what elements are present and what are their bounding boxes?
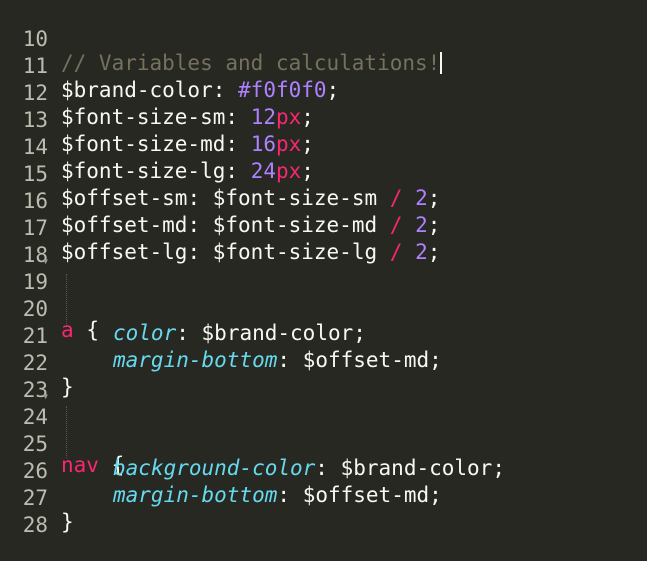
code-line[interactable]: 19 ▾ a { — [0, 246, 647, 342]
code-line[interactable]: 16 $offset-md: $font-size-md / 2; — [0, 165, 647, 237]
code-editor[interactable]: 10 // Variables and calculations! 11 $br… — [0, 0, 647, 537]
code-line[interactable]: 20 color: $brand-color; — [0, 273, 647, 345]
fold-arrow-icon[interactable]: ▾ — [42, 389, 49, 403]
code-line[interactable]: 15 $offset-sm: $font-size-sm / 2; — [0, 138, 647, 210]
code-line[interactable]: 28 — [0, 489, 647, 537]
code-line[interactable]: 24 ▾ nav { — [0, 381, 647, 477]
code-line[interactable]: 10 // Variables and calculations! — [0, 3, 647, 75]
line-number: 28 — [22, 513, 48, 537]
code-line[interactable]: 12 $font-size-sm: 12px; — [0, 57, 647, 129]
code-line[interactable]: 25 background-color: $brand-color; — [0, 408, 647, 480]
code-line[interactable]: 13 $font-size-md: 16px; — [0, 84, 647, 156]
code-line[interactable]: 11 $brand-color: #f0f0f0; — [0, 30, 647, 102]
code-line[interactable]: 23 — [0, 354, 647, 402]
code-line[interactable]: 26 margin-bottom: $offset-md; — [0, 435, 647, 507]
code-line[interactable]: 17 $offset-lg: $font-size-lg / 2; — [0, 192, 647, 264]
code-line[interactable]: 22 } — [0, 327, 647, 399]
code-line[interactable]: 18 — [0, 219, 647, 267]
code-line[interactable]: 27 } — [0, 462, 647, 534]
code-line[interactable]: 14 $font-size-lg: 24px; — [0, 111, 647, 183]
code-line[interactable]: 21 margin-bottom: $offset-md; — [0, 300, 647, 372]
fold-arrow-icon[interactable]: ▾ — [42, 254, 49, 268]
